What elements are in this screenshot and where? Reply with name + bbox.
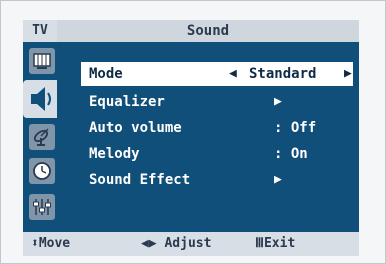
picture-icon (33, 53, 51, 69)
antenna-icon (33, 128, 49, 146)
menu-item-auto-volume[interactable]: Auto volume : Off (81, 116, 353, 140)
right-arrow-icon[interactable]: ▶ (344, 62, 352, 86)
left-right-arrows-icon: ◀▶ (141, 236, 157, 251)
auto-volume-value: : Off (274, 120, 317, 136)
speaker-icon (31, 87, 51, 111)
menu-item-sound-effect[interactable]: Sound Effect ▶ (81, 168, 353, 192)
menu-item-equalizer[interactable]: Equalizer ▶ (81, 90, 353, 114)
menu-item-label: Auto volume (89, 120, 182, 136)
function-tab[interactable] (29, 194, 55, 220)
submenu-arrow-icon: ▶ (274, 94, 282, 109)
up-down-arrows-icon: ⬍ (31, 236, 39, 251)
sound-menu-panel: Mode ◀ Standard ▶ Equalizer ▶ Auto volum… (57, 42, 359, 232)
menu-title: Sound (57, 20, 359, 42)
mode-value: Standard (249, 66, 317, 82)
submenu-arrow-icon: ▶ (274, 172, 282, 187)
menu-item-melody[interactable]: Melody : On (81, 142, 353, 166)
menu-icon: Ⅲ (255, 236, 264, 251)
sound-tab[interactable] (23, 80, 57, 118)
category-sidebar (23, 42, 57, 232)
exit-label: Exit (263, 236, 296, 251)
setup-tab[interactable] (29, 158, 55, 184)
adjust-label: Adjust (164, 236, 212, 251)
menu-item-label: Mode (89, 66, 123, 82)
left-arrow-icon[interactable]: ◀ (229, 62, 237, 86)
picture-tab[interactable] (29, 48, 55, 74)
menu-item-label: Melody (89, 146, 140, 162)
clock-icon (33, 162, 51, 180)
menu-item-label: Equalizer (89, 94, 165, 110)
help-bar: ⬍Move ◀▶ Adjust ⅢExit (23, 232, 359, 256)
sliders-icon (33, 199, 51, 215)
adjust-hint: ◀▶ Adjust (141, 232, 211, 256)
menu-item-mode[interactable]: Mode ◀ Standard ▶ (81, 62, 353, 86)
exit-hint: ⅢExit (255, 232, 295, 256)
move-hint: ⬍Move (31, 232, 70, 256)
source-label: TV (23, 20, 57, 42)
melody-value: : On (274, 146, 308, 162)
menu-item-label: Sound Effect (89, 172, 191, 188)
move-label: Move (38, 236, 71, 251)
channel-tab[interactable] (29, 124, 55, 150)
